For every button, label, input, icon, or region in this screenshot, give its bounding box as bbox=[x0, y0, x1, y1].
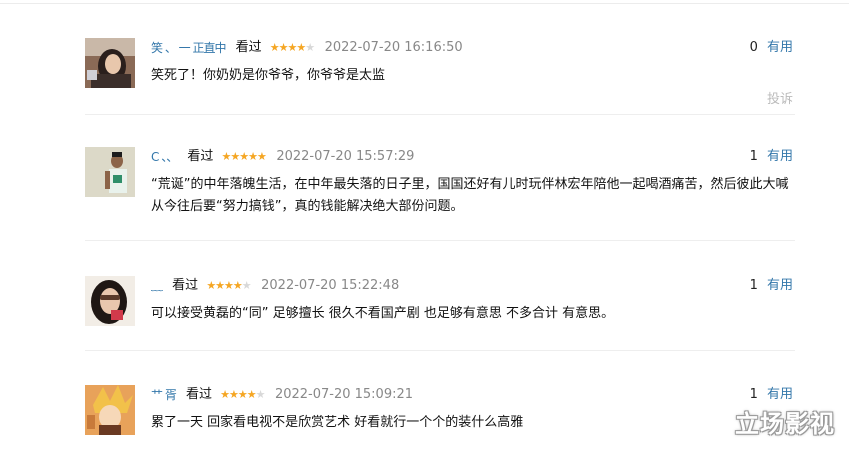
useful-votes: 1 有用 bbox=[750, 385, 793, 405]
username-link[interactable]: C 、、 bbox=[151, 150, 178, 164]
rating-stars: ★★★★★ bbox=[270, 41, 317, 54]
review-time[interactable]: 2022-07-20 15:09:21 bbox=[275, 387, 413, 402]
review-divider bbox=[85, 350, 795, 351]
useful-votes: 0 有用 bbox=[750, 38, 793, 58]
star-empty-icon: ★ bbox=[241, 279, 252, 292]
review-header: C 、、 看过 ★★★★★ 2022-07-20 15:57:29 bbox=[151, 147, 414, 167]
vote-count: 1 bbox=[749, 387, 758, 402]
seen-label: 看过 bbox=[235, 40, 262, 55]
vote-count: 0 bbox=[749, 40, 758, 55]
review-time[interactable]: 2022-07-20 16:16:50 bbox=[325, 40, 463, 55]
vote-count: 1 bbox=[749, 149, 758, 164]
review-time[interactable]: 2022-07-20 15:57:29 bbox=[276, 149, 414, 164]
useful-button[interactable]: 有用 bbox=[767, 40, 793, 55]
username-link[interactable]: 笑 、 一 正直中 bbox=[151, 41, 226, 55]
vote-count: 1 bbox=[749, 278, 758, 293]
star-empty-icon: ★ bbox=[305, 41, 315, 54]
review-content: “荒诞”的中年落魄生活，在中年最失落的日子里，国国还好有儿时玩伴林宏年陪他一起喝… bbox=[151, 177, 789, 214]
avatar[interactable] bbox=[85, 276, 135, 326]
top-divider bbox=[0, 3, 849, 4]
review-header: 艹 胥 看过 ★★★★★ 2022-07-20 15:09:21 bbox=[151, 385, 413, 405]
star-icon: ★★★★★ bbox=[221, 150, 267, 163]
review-item: 艹 胥 看过 ★★★★★ 2022-07-20 15:09:21 1 有用 累了… bbox=[85, 385, 795, 445]
avatar[interactable] bbox=[85, 147, 135, 197]
seen-label: 看过 bbox=[185, 387, 212, 402]
star-icon: ★★★★ bbox=[206, 279, 242, 292]
review-content: 笑死了！你奶奶是你爷爷，你爷爷是太监 bbox=[151, 68, 386, 83]
useful-votes: 1 有用 bbox=[750, 147, 793, 167]
useful-button[interactable]: 有用 bbox=[767, 278, 793, 293]
review-item: C 、、 看过 ★★★★★ 2022-07-20 15:57:29 1 有用 “… bbox=[85, 147, 795, 227]
review-content: 可以接受黄磊的“同” 足够擅长 很久不看国产剧 也足够有意思 不多合计 有意思。 bbox=[151, 306, 615, 321]
review-header: ﹏ 看过 ★★★★★ 2022-07-20 15:22:48 bbox=[151, 276, 399, 296]
review-content: 累了一天 回家看电视不是欣赏艺术 好看就行一个个的装什么高雅 bbox=[151, 415, 524, 430]
review-header: 笑 、 一 正直中 看过 ★★★★★ 2022-07-20 16:16:50 bbox=[151, 38, 463, 58]
seen-label: 看过 bbox=[172, 278, 199, 293]
review-divider bbox=[85, 240, 795, 241]
review-item: 笑 、 一 正直中 看过 ★★★★★ 2022-07-20 16:16:50 0… bbox=[85, 38, 795, 113]
useful-votes: 1 有用 bbox=[750, 276, 793, 296]
star-empty-icon: ★ bbox=[255, 388, 266, 401]
star-icon: ★★★★ bbox=[269, 41, 306, 54]
watermark-logo: 立场影视 bbox=[735, 410, 835, 438]
review-item: ﹏ 看过 ★★★★★ 2022-07-20 15:22:48 1 有用 可以接受… bbox=[85, 276, 795, 336]
useful-button[interactable]: 有用 bbox=[767, 387, 793, 402]
useful-button[interactable]: 有用 bbox=[767, 149, 793, 164]
rating-stars: ★★★★★ bbox=[220, 388, 267, 401]
review-divider bbox=[85, 114, 795, 115]
avatar[interactable] bbox=[85, 385, 135, 435]
username-link[interactable]: ﹏ bbox=[151, 279, 163, 293]
report-link[interactable]: 投诉 bbox=[767, 88, 793, 107]
rating-stars: ★★★★★ bbox=[206, 279, 253, 292]
username-link[interactable]: 艹 胥 bbox=[151, 388, 177, 402]
review-time[interactable]: 2022-07-20 15:22:48 bbox=[261, 278, 399, 293]
avatar[interactable] bbox=[85, 38, 135, 88]
rating-stars: ★★★★★ bbox=[222, 150, 269, 163]
seen-label: 看过 bbox=[187, 149, 214, 164]
star-icon: ★★★★ bbox=[220, 388, 256, 401]
